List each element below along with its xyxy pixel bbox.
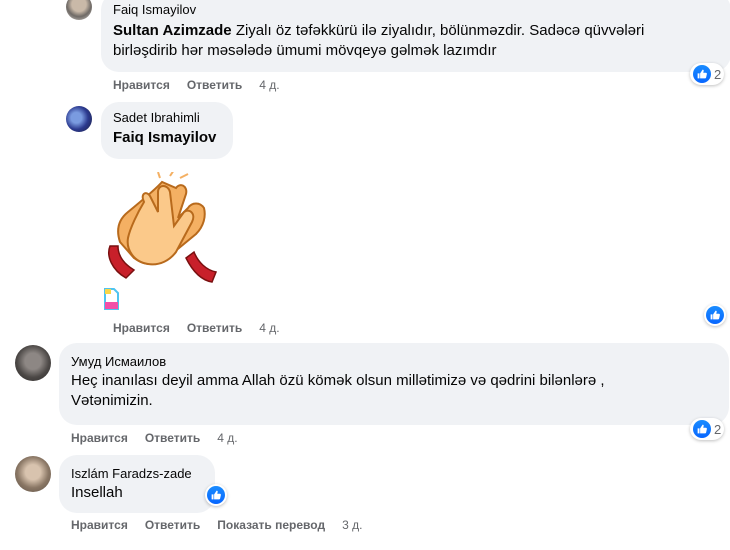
comment-bubble: Faiq Ismayilov Sultan Azimzade Ziyalı öz… <box>101 0 730 72</box>
like-button[interactable]: Нравится <box>113 321 170 335</box>
like-icon <box>693 65 711 83</box>
like-button[interactable]: Нравится <box>113 78 170 92</box>
comment-time[interactable]: 4 д. <box>259 78 279 92</box>
comment-actions: Нравится Ответить 4 д. <box>113 78 280 92</box>
avatar[interactable] <box>15 345 51 381</box>
translate-button[interactable]: Показать перевод <box>217 518 325 532</box>
comment-actions: Нравится Ответить 4 д. <box>71 431 238 445</box>
reply-button[interactable]: Ответить <box>145 431 200 445</box>
comment-author[interactable]: Умуд Исмаилов <box>71 353 717 370</box>
like-button[interactable]: Нравится <box>71 431 128 445</box>
comment-text-line2: Vətənimizin. <box>71 392 153 409</box>
comment-actions: Нравится Ответить 4 д. <box>113 321 280 335</box>
avatar[interactable] <box>66 0 92 20</box>
applause-hands-sticker[interactable] <box>100 169 220 292</box>
mention-link[interactable]: Sultan Azimzade <box>113 22 232 39</box>
reply-button[interactable]: Ответить <box>187 78 242 92</box>
comment-bubble: Iszlám Faradzs-zade Insellah <box>59 455 215 513</box>
reaction-count: 2 <box>714 421 722 437</box>
avatar[interactable] <box>66 106 92 132</box>
reply-button[interactable]: Ответить <box>187 321 242 335</box>
like-icon <box>693 420 711 438</box>
comment-time[interactable]: 4 д. <box>217 431 237 445</box>
reaction-badge[interactable]: 2 <box>690 418 725 440</box>
like-icon <box>207 486 225 504</box>
reaction-badge[interactable]: 2 <box>690 63 725 85</box>
reaction-count: 2 <box>714 66 722 82</box>
comment-text: Insellah <box>71 484 123 501</box>
comment-text: Heç inanılası deyil amma Allah özü kömək… <box>71 371 717 411</box>
avatar[interactable] <box>15 456 51 492</box>
comment-text-line1: Heç inanılası deyil amma Allah özü kömək… <box>71 372 605 389</box>
file-icon[interactable] <box>103 288 119 315</box>
reaction-badge[interactable] <box>704 304 726 326</box>
comment-author[interactable]: Iszlám Faradzs-zade <box>71 465 203 482</box>
like-icon <box>706 306 724 324</box>
like-button[interactable]: Нравится <box>71 518 128 532</box>
comment-author[interactable]: Faiq Ismayilov <box>113 1 719 18</box>
comment-bubble: Умуд Исмаилов Heç inanılası deyil amma A… <box>59 343 729 425</box>
comment-time[interactable]: 3 д. <box>342 518 362 532</box>
reply-button[interactable]: Ответить <box>145 518 200 532</box>
reaction-badge[interactable] <box>205 484 227 506</box>
comment-author[interactable]: Sadet Ibrahimli <box>113 109 221 126</box>
comment-time[interactable]: 4 д. <box>259 321 279 335</box>
comment-bubble: Sadet Ibrahimli Faiq Ismayilov <box>101 102 233 159</box>
mention-link[interactable]: Faiq Ismayilov <box>113 129 216 146</box>
comment-text-line1: Ziyalı öz təfəkkürü ilə ziyalıdır, bölün… <box>235 22 645 39</box>
comment-text-line2: birləşdirib hər məsələdə ümumi mövqeyə g… <box>113 42 497 59</box>
comment-actions: Нравится Ответить Показать перевод 3 д. <box>71 518 362 532</box>
comment-text: Sultan Azimzade Ziyalı öz təfəkkürü ilə … <box>113 21 719 61</box>
